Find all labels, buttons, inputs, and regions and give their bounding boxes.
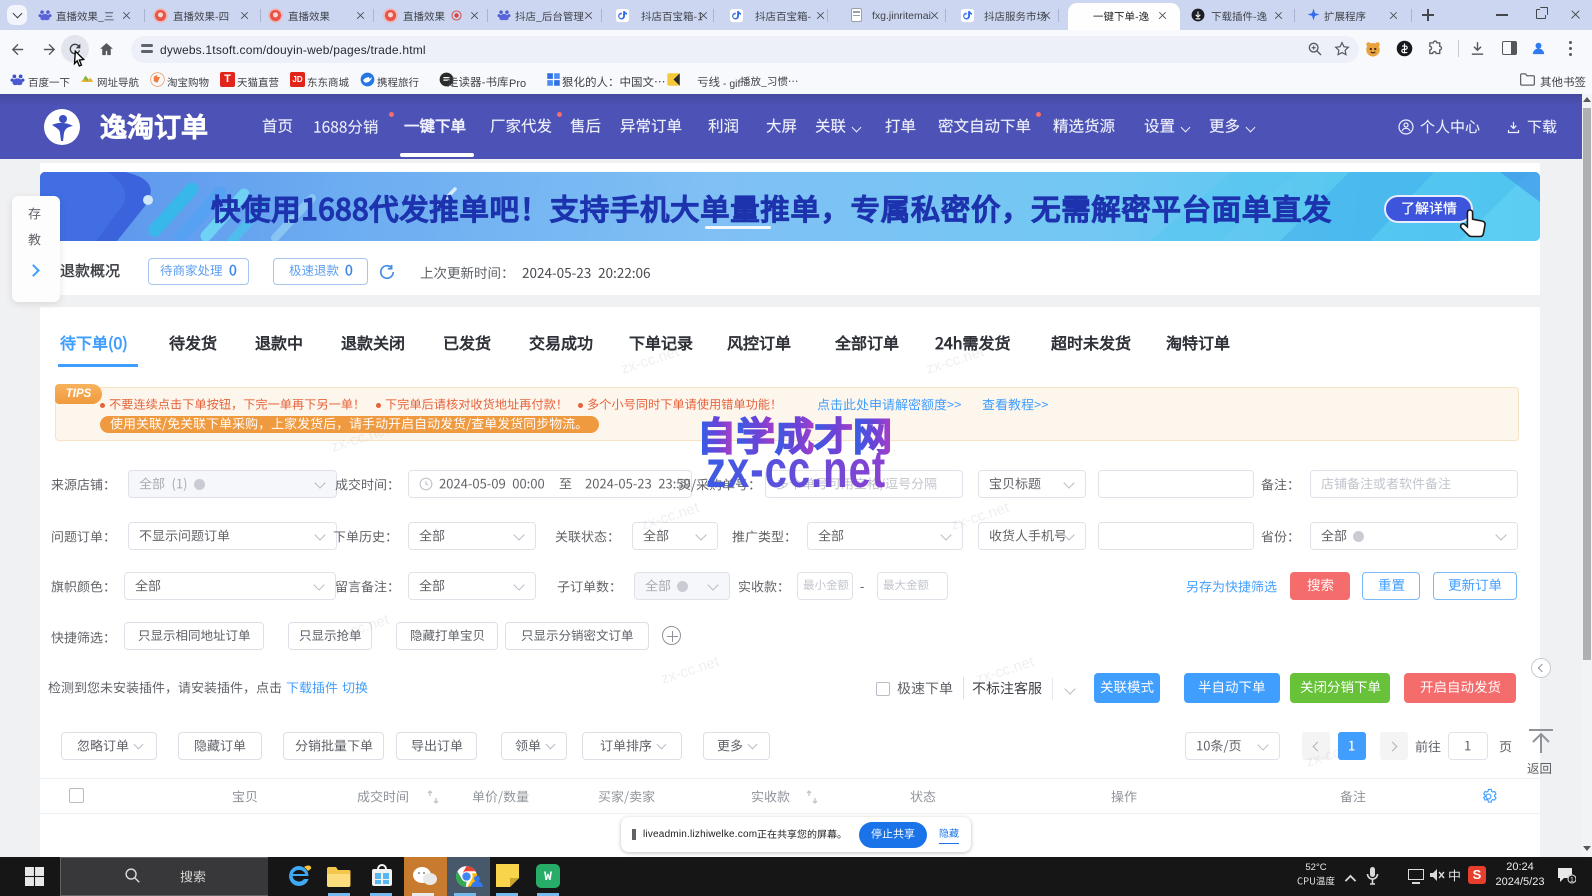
svg-text:1: 1 (1570, 877, 1574, 884)
